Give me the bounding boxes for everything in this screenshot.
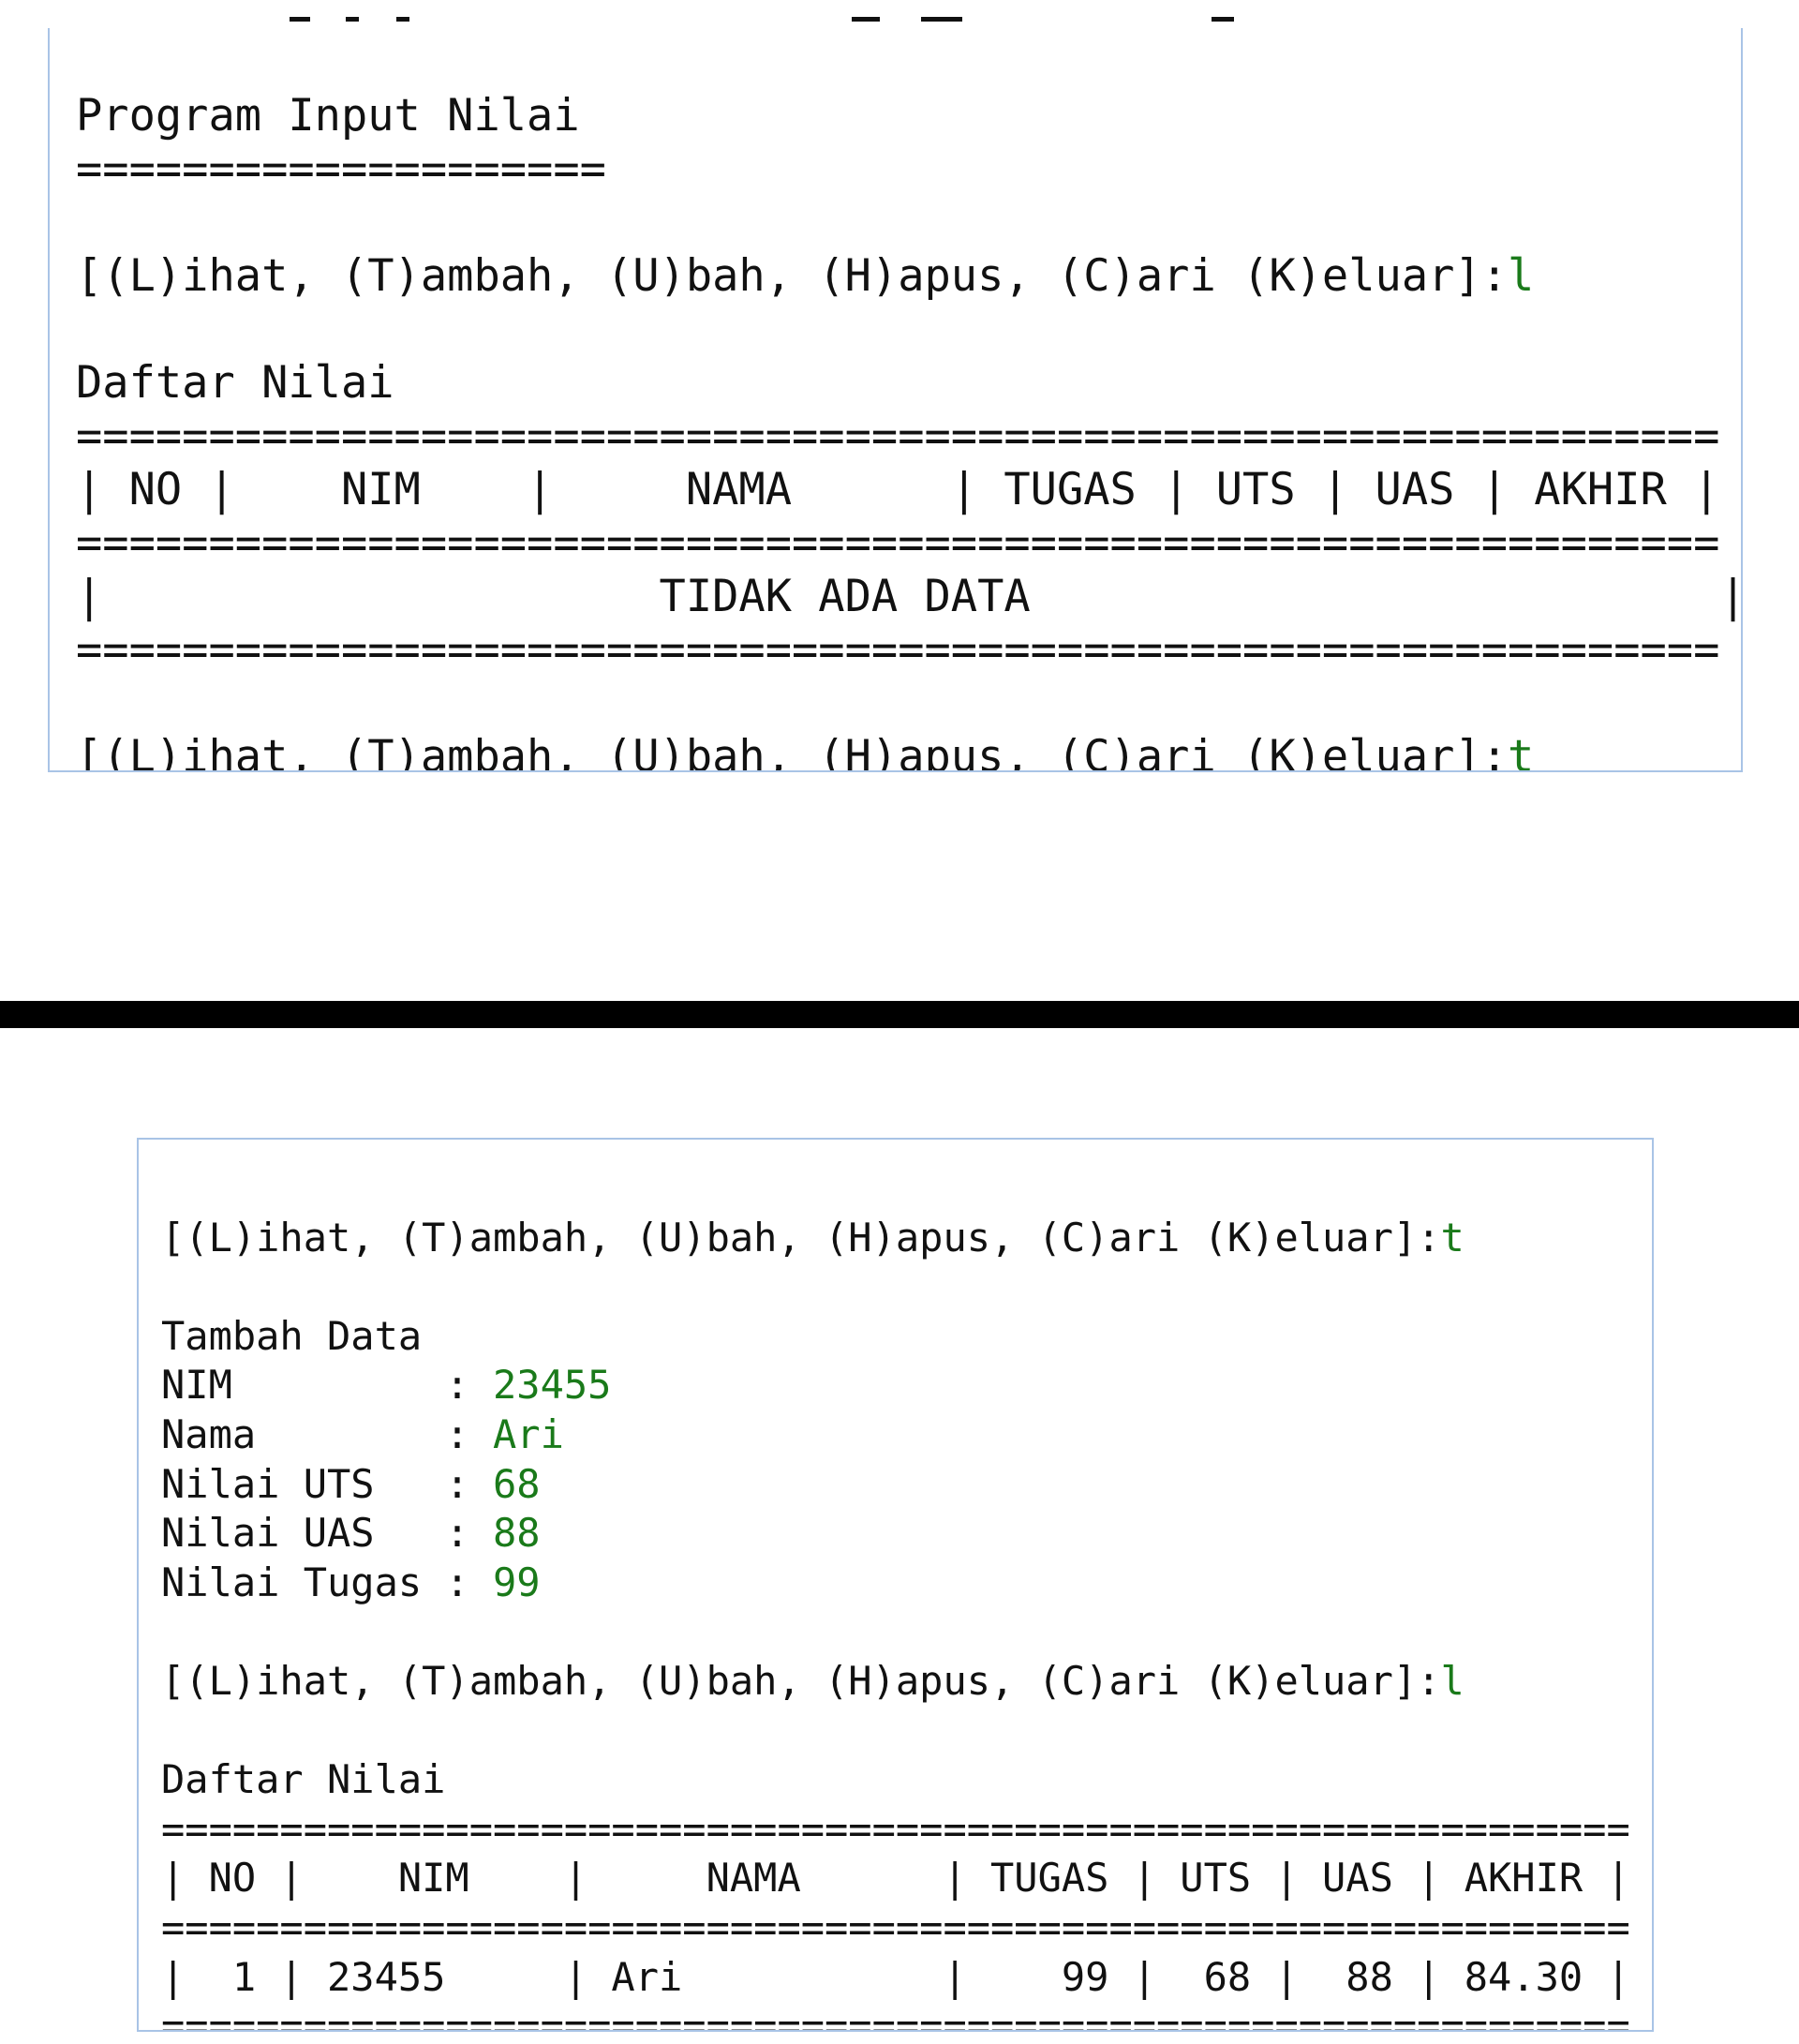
user-input-choice: l xyxy=(1508,250,1535,302)
table-rule: ========================================… xyxy=(161,1903,1630,1950)
table-rule: ========================================… xyxy=(76,517,1720,569)
section-title: Tambah Data xyxy=(161,1312,423,1359)
field-value: 68 xyxy=(493,1460,541,1507)
table-header: | NO | NIM | NAMA | TUGAS | UTS | UAS | … xyxy=(161,1855,1630,1902)
user-input-choice: t xyxy=(1440,1214,1464,1261)
table-rule: ========================================… xyxy=(161,1805,1630,1852)
menu-prompt: [(L)ihat, (T)ambah, (U)bah, (H)apus, (C)… xyxy=(161,1657,1652,1707)
field-value: Ari xyxy=(493,1410,564,1457)
menu-prompt: [(L)ihat, (T)ambah, (U)bah, (H)apus, (C)… xyxy=(76,730,1741,772)
field-label: NIM : xyxy=(161,1362,494,1409)
form-field-nilai-uts: Nilai UTS : 68 xyxy=(161,1460,1652,1510)
table-empty-row: | TIDAK ADA DATA | xyxy=(76,571,1743,622)
table-row: | 1 | 23455 | Ari | 99 | 68 | 88 | 84.30… xyxy=(161,1953,1630,2000)
menu-prompt-text: [(L)ihat, (T)ambah, (U)bah, (H)apus, (C)… xyxy=(76,731,1509,772)
form-field-nama: Nama : Ari xyxy=(161,1410,1652,1460)
title-underline: ==================== xyxy=(76,143,606,195)
table-rule: ========================================… xyxy=(76,624,1720,676)
form-field-nilai-tugas: Nilai Tugas : 99 xyxy=(161,1559,1652,1608)
field-value: 23455 xyxy=(493,1362,612,1409)
menu-prompt: [(L)ihat, (T)ambah, (U)bah, (H)apus, (C)… xyxy=(76,249,1741,303)
form-field-nilai-uas: Nilai UAS : 88 xyxy=(161,1509,1652,1559)
table-rule: ========================================… xyxy=(76,410,1720,462)
console-output-bottom: [(L)ihat, (T)ambah, (U)bah, (H)apus, (C)… xyxy=(137,1138,1654,2032)
list-title: Daftar Nilai xyxy=(76,357,394,409)
field-label: Nilai UAS : xyxy=(161,1510,494,1557)
user-input-choice: l xyxy=(1440,1657,1464,1704)
program-title: Program Input Nilai xyxy=(76,90,580,142)
cropped-text-remnant xyxy=(48,0,1743,28)
field-label: Nilai UTS : xyxy=(161,1460,494,1507)
console-output-top: Program Input Nilai ==================== … xyxy=(48,28,1743,772)
field-value: 88 xyxy=(493,1510,541,1557)
menu-prompt: [(L)ihat, (T)ambah, (U)bah, (H)apus, (C)… xyxy=(161,1214,1652,1263)
menu-prompt-text: [(L)ihat, (T)ambah, (U)bah, (H)apus, (C)… xyxy=(76,250,1509,302)
table-rule: ========================================… xyxy=(161,2003,1630,2032)
list-title: Daftar Nilai xyxy=(161,1756,446,1803)
field-value: 99 xyxy=(493,1559,541,1605)
field-label: Nilai Tugas : xyxy=(161,1559,494,1605)
user-input-choice: t xyxy=(1508,731,1535,772)
menu-prompt-text: [(L)ihat, (T)ambah, (U)bah, (H)apus, (C)… xyxy=(161,1214,1441,1261)
form-field-nim: NIM : 23455 xyxy=(161,1361,1652,1410)
menu-prompt-text: [(L)ihat, (T)ambah, (U)bah, (H)apus, (C)… xyxy=(161,1657,1441,1704)
field-label: Nama : xyxy=(161,1410,494,1457)
section-divider xyxy=(0,1001,1799,1028)
table-header: | NO | NIM | NAMA | TUGAS | UTS | UAS | … xyxy=(76,464,1720,515)
